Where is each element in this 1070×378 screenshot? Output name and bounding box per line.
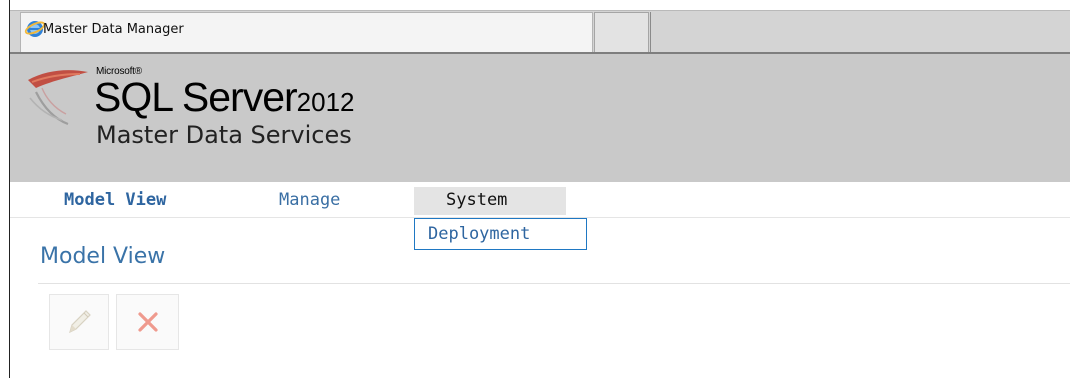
sql-server-logo-icon	[28, 70, 88, 126]
browser-tab-title: Master Data Manager	[43, 22, 184, 37]
edit-button[interactable]	[49, 294, 109, 350]
menu-item-deployment[interactable]: Deployment	[428, 224, 530, 244]
title-divider	[38, 283, 1070, 284]
delete-button[interactable]	[116, 294, 179, 350]
nav-item-system[interactable]: System	[446, 190, 507, 210]
product-version: 2012	[296, 87, 355, 117]
nav-item-model-view[interactable]: Model View	[64, 190, 166, 210]
product-name-text: SQL Server	[94, 74, 298, 120]
product-subtitle: Master Data Services	[96, 121, 352, 149]
nav-item-manage[interactable]: Manage	[279, 190, 340, 210]
page-title: Model View	[40, 244, 166, 269]
red-x-delete-icon	[137, 312, 158, 332]
pencil-icon	[69, 310, 91, 334]
browser-tab-new[interactable]	[594, 12, 649, 52]
tab-divider	[650, 12, 651, 52]
product-name: SQL Server2012	[94, 74, 355, 125]
